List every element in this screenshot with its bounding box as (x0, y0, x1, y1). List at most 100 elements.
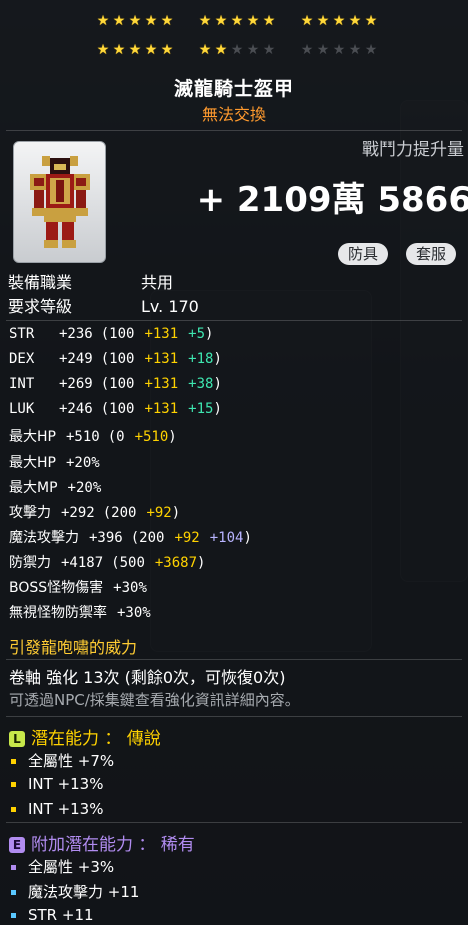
stat-base: (100 (100, 351, 135, 368)
stat-close: ) (197, 554, 206, 571)
potential-line: 魔法攻擊力 +11 (11, 881, 139, 902)
divider (6, 320, 462, 321)
star-group: ★ ★ ★ ★ ★ (300, 14, 378, 28)
stat-label: 無視怪物防禦率 (9, 605, 107, 622)
stat-extra: +104 (209, 529, 244, 546)
armor-icon (30, 156, 90, 248)
stat-bonus: +131 (144, 351, 179, 368)
star-group: ★ ★ ★ ★ ★ (96, 14, 174, 28)
stat-total: +292 (61, 504, 95, 521)
stat-base: (200 (102, 504, 137, 521)
stat-label: INT (9, 376, 35, 393)
bullet-icon (11, 865, 16, 870)
requirement-job: 裝備職業 共用 (8, 269, 173, 293)
combat-power-label: 戰鬥力提升量 (362, 140, 464, 160)
stat-close: ) (205, 326, 214, 342)
trade-status: 無法交換 (201, 105, 266, 124)
rare-grade-icon: E (9, 837, 25, 853)
stat-label: STR (9, 326, 35, 342)
stat-label: 防禦力 (9, 554, 51, 571)
star-group: ★ ★ ★ ★ ★ (198, 43, 276, 57)
potential-line: 全屬性 +3% (11, 856, 114, 877)
requirement-value: 共用 (141, 273, 174, 292)
stat-total: +510 (65, 429, 100, 446)
star-empty-icon: ★ (262, 42, 276, 58)
stat-row: 魔法攻擊力 +396 (200 +92 +104) (9, 527, 252, 547)
stat-total: +269 (59, 376, 93, 393)
stat-bonus: +131 (144, 376, 179, 393)
stat-close: ) (213, 376, 222, 393)
potential-line: INT +13% (11, 775, 103, 793)
stat-row: 無視怪物防禦率 +30% (9, 602, 151, 622)
stat-row: 防禦力 +4187 (500 +3687) (9, 552, 205, 572)
stat-row: LUK +246 (100 +131 +15) (9, 401, 222, 417)
star-empty-icon: ★ (316, 42, 330, 58)
requirement-level: 要求等級 Lv. 170 (8, 293, 199, 317)
star-filled-icon: ★ (214, 13, 228, 29)
stat-total: +4187 (61, 554, 104, 571)
star-filled-icon: ★ (112, 42, 126, 58)
stat-close: ) (243, 529, 252, 546)
tag-armor: 防具 (338, 243, 389, 265)
bullet-icon (11, 890, 16, 895)
stat-label: DEX (9, 351, 35, 368)
set-effect-text: 引發龍咆嘯的威力 (9, 638, 138, 657)
stat-base: (200 (130, 529, 165, 546)
stat-total: +30% (117, 605, 151, 622)
stat-bonus: +510 (134, 429, 169, 446)
divider (6, 130, 462, 131)
stat-total: +30% (113, 580, 147, 596)
scroll-hint-text: 可透過NPC/採集鍵查看強化資訊詳細內容。 (9, 691, 300, 709)
potential-line-text: STR +11 (28, 906, 94, 924)
star-empty-icon: ★ (332, 42, 346, 58)
star-filled-icon: ★ (198, 42, 212, 58)
star-empty-icon: ★ (348, 42, 362, 58)
stat-base: (100 (100, 376, 135, 393)
star-filled-icon: ★ (364, 13, 378, 29)
star-filled-icon: ★ (144, 13, 158, 29)
star-filled-icon: ★ (214, 42, 228, 58)
stat-close: ) (213, 351, 222, 368)
star-filled-icon: ★ (198, 13, 212, 29)
stat-row: 攻擊力 +292 (200 +92) (9, 502, 180, 522)
star-filled-icon: ★ (246, 13, 260, 29)
star-filled-icon: ★ (160, 13, 174, 29)
star-filled-icon: ★ (348, 13, 362, 29)
potential-line-text: 魔法攻擊力 +11 (28, 883, 140, 901)
stat-row: DEX +249 (100 +131 +18) (9, 351, 222, 367)
stat-total: +246 (59, 401, 93, 418)
stat-label: BOSS怪物傷害 (9, 580, 104, 596)
stat-bonus: +131 (144, 401, 179, 418)
stat-row: INT +269 (100 +131 +38) (9, 376, 222, 392)
star-filled-icon: ★ (96, 13, 110, 29)
potential-line-text: 全屬性 +7% (28, 752, 115, 770)
star-filled-icon: ★ (112, 13, 126, 29)
stat-label: 最大MP (9, 479, 58, 496)
bullet-icon (11, 782, 16, 787)
bullet-icon (11, 807, 16, 812)
divider (6, 659, 462, 660)
star-empty-icon: ★ (300, 42, 314, 58)
stat-row: BOSS怪物傷害 +30% (9, 577, 147, 597)
stat-label: 攻擊力 (9, 504, 51, 521)
stat-base: (100 (100, 401, 135, 418)
stat-extra: +5 (188, 326, 206, 342)
bonus-potential-header: E 附加潛在能力 ： 稀有 (9, 830, 195, 855)
stat-bonus: +92 (146, 504, 172, 521)
item-name: 滅龍騎士盔甲 (173, 78, 294, 100)
stat-base: (500 (111, 554, 145, 571)
star-empty-icon: ★ (230, 42, 244, 58)
star-filled-icon: ★ (230, 13, 244, 29)
stat-label: 最大HP (9, 429, 56, 446)
item-tooltip: ★ ★ ★ ★ ★ ★ ★ ★ ★ ★ ★ ★ ★ ★ ★ ★ ★ ★ ★ ★ ★ ★ ★ ★ ★ ★ ★ ★ ★ ★ 滅龍騎士盔甲 無… (0, 0, 468, 925)
stat-total: +20% (65, 454, 100, 471)
bonus-potential-title: 附加潛在能力 ： 稀有 (31, 835, 195, 855)
stat-base: (0 (107, 429, 125, 446)
requirement-key: 要求等級 (8, 297, 73, 316)
star-group: ★ ★ ★ ★ ★ (300, 43, 378, 57)
star-filled-icon: ★ (128, 13, 142, 29)
item-icon (13, 141, 106, 263)
star-filled-icon: ★ (160, 42, 174, 58)
stat-row: 最大HP +510 (0 +510) (9, 426, 177, 446)
star-empty-icon: ★ (364, 42, 378, 58)
